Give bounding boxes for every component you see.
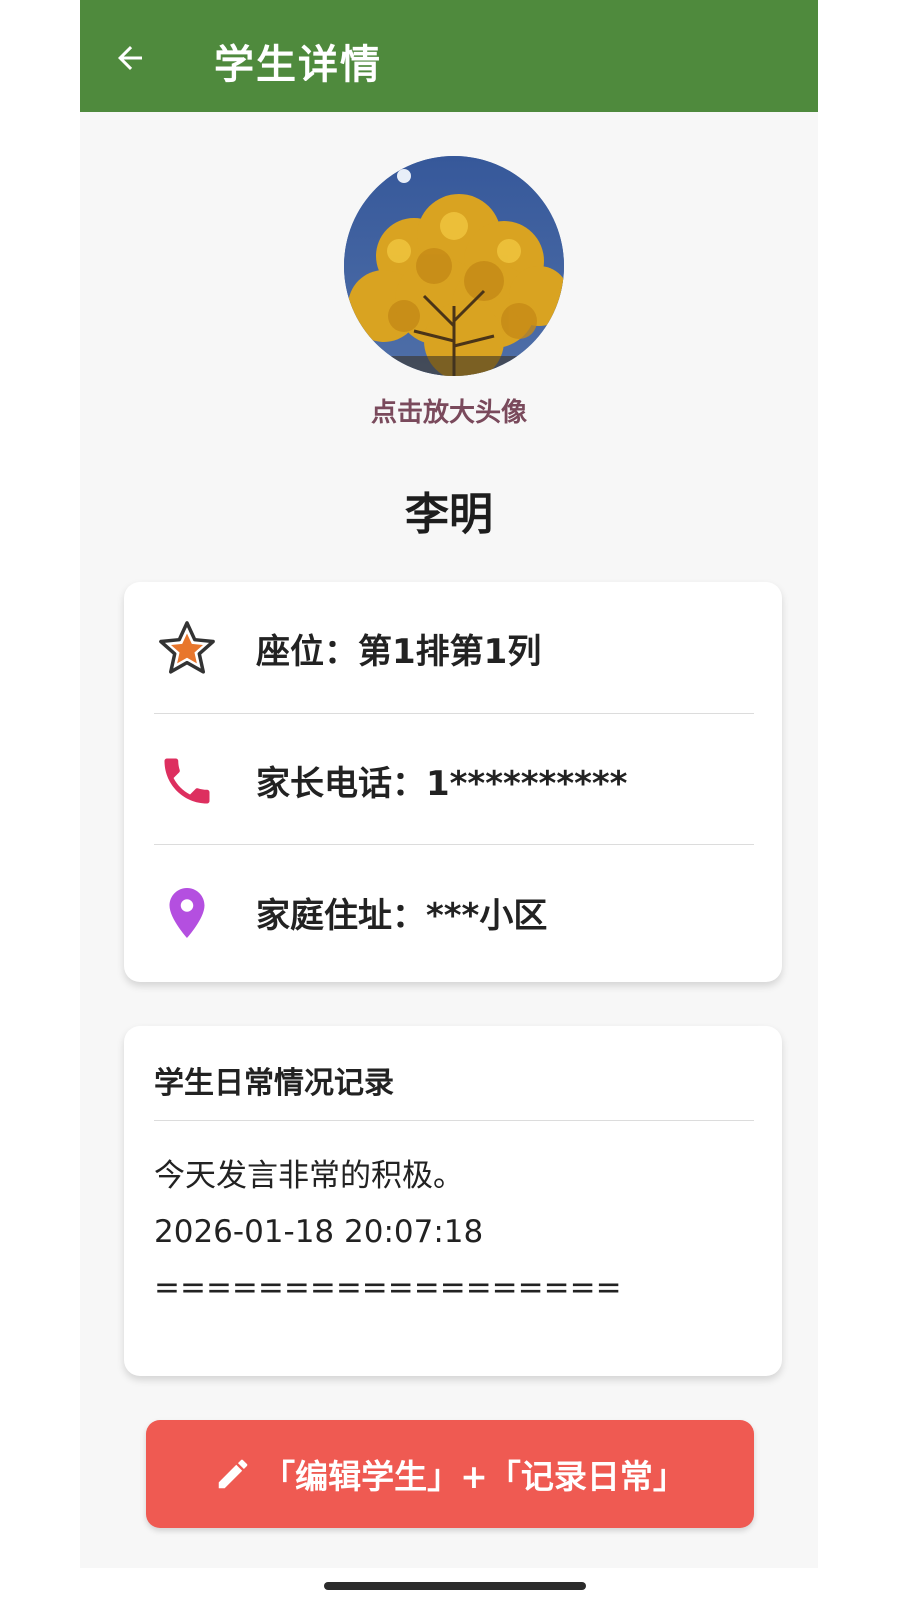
- page-title: 学生详情: [214, 42, 382, 88]
- home-address-text: 家庭住址：***小区: [256, 896, 548, 936]
- arrow-left-icon: [118, 46, 142, 70]
- log-entry-separator: ==================: [154, 1270, 622, 1306]
- log-entry-timestamp: 2026-01-18 20:07:18: [154, 1214, 484, 1250]
- seat-row[interactable]: 座位：第1排第1列: [124, 582, 782, 714]
- phone-row[interactable]: 家长电话：1**********: [124, 714, 782, 846]
- divider: [154, 844, 754, 845]
- location-pin-icon: [169, 888, 205, 938]
- avatar-hint[interactable]: 点击放大头像: [80, 392, 818, 429]
- back-button[interactable]: [108, 36, 152, 80]
- daily-log-body: 今天发言非常的积极。 2026-01-18 20:07:18 =========…: [154, 1148, 622, 1316]
- info-card: 座位：第1排第1列 家长电话：1********** 家庭住址：***小区: [124, 582, 782, 982]
- daily-log-card: 学生日常情况记录 今天发言非常的积极。 2026-01-18 20:07:18 …: [124, 1026, 782, 1376]
- divider: [154, 1120, 754, 1121]
- pencil-icon: [218, 1459, 248, 1489]
- app-bar: 学生详情: [80, 0, 818, 112]
- star-icon: [159, 621, 215, 674]
- address-row[interactable]: 家庭住址：***小区: [124, 846, 782, 978]
- log-entry-text: 今天发言非常的积极。: [154, 1158, 464, 1194]
- edit-and-record-label: 「编辑学生」+「记录日常」: [262, 1457, 686, 1496]
- daily-log-title: 学生日常情况记录: [154, 1066, 394, 1101]
- avatar[interactable]: [344, 156, 564, 376]
- parent-phone-text: 家长电话：1**********: [256, 764, 628, 804]
- phone-icon: [164, 758, 210, 804]
- student-name: 李明: [405, 489, 493, 540]
- edit-and-record-button[interactable]: 「编辑学生」+「记录日常」: [146, 1420, 754, 1528]
- avatar-image: [344, 156, 564, 376]
- home-indicator[interactable]: [324, 1582, 586, 1590]
- seat-text: 座位：第1排第1列: [256, 632, 542, 672]
- student-detail-screen: 学生详情 点击放大头像 李明 座位：第1排第1列 家长电话：1*********…: [80, 0, 818, 1568]
